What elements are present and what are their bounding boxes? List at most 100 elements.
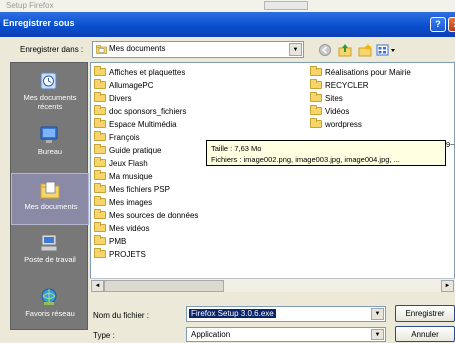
folder-label: Affiches et plaquettes [109, 68, 186, 77]
folder-icon [310, 66, 322, 76]
folder-item[interactable]: doc sponsors_fichiers [94, 105, 187, 117]
help-button[interactable]: ? [430, 17, 446, 32]
folder-item[interactable]: RECYCLER [310, 79, 369, 91]
filename-value: Firefox Setup 3.0.6.exe [189, 309, 276, 318]
folder-label: wordpress [325, 120, 362, 129]
folder-item[interactable]: Divers [94, 92, 132, 104]
views-menu-icon[interactable] [376, 43, 398, 57]
folder-item[interactable]: Espace Multimédia [94, 118, 177, 130]
navigation-toolbar [318, 43, 402, 57]
chevron-down-icon[interactable]: ▼ [371, 308, 384, 320]
place-label-network: Favoris réseau [25, 309, 75, 318]
folder-icon [94, 235, 106, 245]
folder-label: PROJETS [109, 250, 146, 259]
folder-label: Sites [325, 94, 343, 103]
dialog-titlebar: Enregistrer sous ? x [0, 12, 455, 37]
folder-icon [94, 105, 106, 115]
new-folder-icon[interactable] [358, 43, 372, 57]
place-my-documents[interactable]: Mes documents [11, 173, 89, 225]
desktop-icon [40, 126, 58, 143]
folder-icon [310, 92, 322, 102]
filetype-dropdown[interactable]: Application ▼ [186, 327, 386, 342]
file-list: Affiches et plaquettes AllumagePC Divers do… [90, 62, 455, 292]
folder-label: Mes fichiers PSP [109, 185, 170, 194]
place-recent-documents[interactable]: Mes documents récents [11, 65, 89, 117]
folder-item[interactable]: Mes sources de données [94, 209, 199, 221]
scrollbar-thumb[interactable] [104, 280, 224, 292]
folder-label: Mes sources de données [109, 211, 199, 220]
save-in-label: Enregistrer dans : [20, 45, 84, 54]
places-bar: Mes documents récents Bureau Mes documen… [10, 62, 89, 333]
horizontal-scrollbar[interactable]: ◄ ► [90, 278, 455, 292]
folder-item[interactable]: Vidéos [310, 105, 350, 117]
place-label-my-documents: Mes documents [24, 202, 78, 211]
place-desktop[interactable]: Bureau [11, 119, 89, 171]
folder-item[interactable]: PROJETS [94, 248, 146, 260]
folder-label: AllumagePC [109, 81, 154, 90]
back-icon[interactable] [318, 43, 332, 57]
chevron-down-icon[interactable]: ▼ [289, 43, 302, 56]
folder-icon [94, 118, 106, 128]
tooltip-files-line: Fichiers : image002.png, image003.jpg, i… [211, 155, 400, 164]
filename-label: Nom du fichier : [93, 311, 150, 320]
folder-icon [94, 209, 106, 219]
close-button[interactable]: x [448, 17, 455, 32]
folder-icon [94, 66, 106, 76]
up-folder-icon[interactable] [338, 43, 352, 57]
folder-icon [94, 79, 106, 89]
folder-label: RECYCLER [325, 81, 369, 90]
background-window-buttons [264, 1, 308, 10]
scroll-right-icon[interactable]: ► [441, 280, 454, 292]
folder-item[interactable]: wordpress [310, 118, 362, 130]
filename-field[interactable]: Firefox Setup 3.0.6.exe ▼ [186, 306, 386, 322]
network-places-icon [41, 288, 57, 305]
folder-icon [310, 118, 322, 128]
tooltip-size-line: Taille : 7,63 Mo [211, 144, 262, 153]
folder-label: Vidéos [325, 107, 350, 116]
background-window-strip: Setup Firefox [0, 0, 455, 12]
folder-label: PMB [109, 237, 127, 246]
cancel-button[interactable]: Annuler [395, 326, 455, 342]
folder-label: Espace Multimédia [109, 120, 177, 129]
folder-icon [310, 105, 322, 115]
folder-icon [94, 144, 106, 154]
chevron-down-icon[interactable]: ▼ [371, 329, 384, 340]
place-my-computer[interactable]: Poste de travail [11, 227, 89, 279]
folder-item[interactable]: François [94, 131, 140, 143]
folder-info-tooltip: Taille : 7,63 Mo Fichiers : image002.png… [206, 140, 446, 166]
folder-item[interactable]: Ma musique [94, 170, 153, 182]
folder-item[interactable]: Jeux Flash [94, 157, 148, 169]
my-documents-icon [40, 181, 60, 199]
save-in-dropdown[interactable]: Mes documents ▼ [92, 41, 304, 58]
folder-item[interactable]: Guide pratique [94, 144, 161, 156]
place-label-desktop: Bureau [37, 147, 63, 156]
folder-label: Réalisations pour Mairie [325, 68, 411, 77]
truncated-column-text: 9~ [446, 140, 455, 149]
place-network[interactable]: Favoris réseau [11, 281, 89, 333]
folder-item[interactable]: Affiches et plaquettes [94, 66, 186, 78]
scroll-left-icon[interactable]: ◄ [91, 280, 104, 292]
filetype-value: Application [191, 330, 231, 339]
folder-item[interactable]: Sites [310, 92, 343, 104]
folder-item[interactable]: Mes fichiers PSP [94, 183, 170, 195]
filetype-label: Type : [93, 331, 115, 340]
folder-item[interactable]: PMB [94, 235, 127, 247]
folder-icon [94, 157, 106, 167]
folder-label: Divers [109, 94, 132, 103]
folder-label: doc sponsors_fichiers [109, 107, 187, 116]
folder-item[interactable]: Réalisations pour Mairie [310, 66, 411, 78]
folder-label: Mes vidéos [109, 224, 150, 233]
folder-item[interactable]: Mes images [94, 196, 152, 208]
folder-item[interactable]: Mes vidéos [94, 222, 150, 234]
dialog-title: Enregistrer sous [3, 18, 75, 28]
folder-label: François [109, 133, 140, 142]
place-label-recent: Mes documents récents [23, 93, 77, 111]
my-computer-icon [40, 234, 58, 252]
save-in-value: Mes documents [109, 44, 166, 53]
folder-icon [94, 131, 106, 141]
folder-item[interactable]: AllumagePC [94, 79, 154, 91]
place-label-my-computer: Poste de travail [24, 255, 76, 264]
folder-icon [94, 183, 106, 193]
folder-label: Ma musique [109, 172, 153, 181]
save-button[interactable]: Enregistrer [395, 305, 455, 322]
